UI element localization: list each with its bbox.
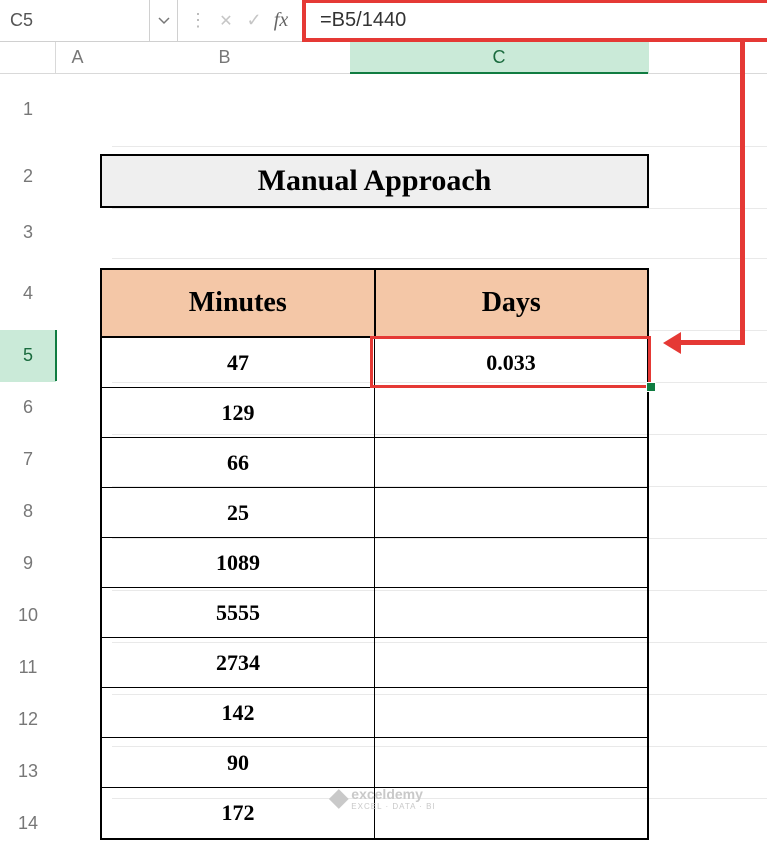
row-header-6[interactable]: 6 <box>0 382 56 434</box>
cell-days[interactable] <box>375 438 647 487</box>
watermark: exceldemy EXCEL · DATA · BI <box>331 786 435 811</box>
formula-input[interactable]: =B5/1440 <box>302 0 767 42</box>
row-header-7[interactable]: 7 <box>0 434 56 486</box>
fill-handle[interactable] <box>646 382 656 392</box>
table-row: 129 <box>102 388 647 438</box>
cell-minutes[interactable]: 1089 <box>102 538 375 587</box>
row-header-12[interactable]: 12 <box>0 694 56 746</box>
cell-minutes[interactable]: 47 <box>102 338 375 387</box>
row-header-5[interactable]: 5 <box>0 330 56 382</box>
table-row: 1089 <box>102 538 647 588</box>
column-header-a[interactable]: A <box>56 42 100 73</box>
table-header: Minutes Days <box>102 270 647 338</box>
table-row: 5555 <box>102 588 647 638</box>
table-row: 25 <box>102 488 647 538</box>
watermark-sub: EXCEL · DATA · BI <box>351 802 435 811</box>
row-header-11[interactable]: 11 <box>0 642 56 694</box>
row-header-10[interactable]: 10 <box>0 590 56 642</box>
column-header-c[interactable]: C <box>350 42 649 73</box>
cell-minutes[interactable]: 25 <box>102 488 375 537</box>
name-box[interactable]: C5 <box>0 0 150 41</box>
chevron-down-icon <box>157 14 171 28</box>
column-headers: A B C <box>0 42 767 74</box>
table-row: 47 0.033 <box>102 338 647 388</box>
watermark-text: exceldemy <box>351 786 423 802</box>
arrow-left-icon <box>663 332 681 354</box>
cell-minutes[interactable]: 142 <box>102 688 375 737</box>
cell-minutes[interactable]: 90 <box>102 738 375 787</box>
row-header-1[interactable]: 1 <box>0 74 56 146</box>
title-cell[interactable]: Manual Approach <box>100 154 649 208</box>
table-row: 90 <box>102 738 647 788</box>
dots-icon: ⋮ <box>186 9 210 33</box>
row-header-2[interactable]: 2 <box>0 146 56 208</box>
row-headers: 1 2 3 4 5 6 7 8 9 10 11 12 13 14 <box>0 74 56 850</box>
table-row: 2734 <box>102 638 647 688</box>
callout-line <box>677 340 745 345</box>
cell-days[interactable] <box>375 688 647 737</box>
table-row: 142 <box>102 688 647 738</box>
enter-icon[interactable]: ✓ <box>242 9 266 33</box>
header-minutes[interactable]: Minutes <box>102 270 376 336</box>
sheet[interactable]: Manual Approach Minutes Days 47 0.033 12… <box>56 74 767 850</box>
callout-line <box>740 39 745 344</box>
grid-area: 1 2 3 4 5 6 7 8 9 10 11 12 13 14 Manual … <box>0 74 767 850</box>
table-row: 66 <box>102 438 647 488</box>
cell-days[interactable] <box>375 538 647 587</box>
row-header-4[interactable]: 4 <box>0 258 56 330</box>
cell-minutes[interactable]: 66 <box>102 438 375 487</box>
row-header-13[interactable]: 13 <box>0 746 56 798</box>
select-all-corner[interactable] <box>0 42 56 73</box>
cell-days[interactable] <box>375 638 647 687</box>
cell-days[interactable] <box>375 388 647 437</box>
formula-bar-buttons: ⋮ ✕ ✓ fx <box>178 0 302 41</box>
cell-minutes[interactable]: 5555 <box>102 588 375 637</box>
formula-bar: C5 ⋮ ✕ ✓ fx =B5/1440 <box>0 0 767 42</box>
cell-days[interactable] <box>375 738 647 787</box>
cell-days[interactable] <box>375 588 647 637</box>
data-table: Minutes Days 47 0.033 129 66 25 <box>100 268 649 840</box>
row-header-14[interactable]: 14 <box>0 798 56 850</box>
row-header-8[interactable]: 8 <box>0 486 56 538</box>
cell-minutes[interactable]: 129 <box>102 388 375 437</box>
cube-icon <box>328 789 348 809</box>
cell-minutes[interactable]: 2734 <box>102 638 375 687</box>
name-box-dropdown[interactable] <box>150 0 178 41</box>
row-header-3[interactable]: 3 <box>0 208 56 258</box>
row-header-9[interactable]: 9 <box>0 538 56 590</box>
cell-days[interactable] <box>375 488 647 537</box>
column-header-b[interactable]: B <box>100 42 350 73</box>
cell-days[interactable]: 0.033 <box>375 338 647 387</box>
fx-icon[interactable]: fx <box>270 9 294 33</box>
cancel-icon[interactable]: ✕ <box>214 9 238 33</box>
header-days[interactable]: Days <box>376 270 648 336</box>
